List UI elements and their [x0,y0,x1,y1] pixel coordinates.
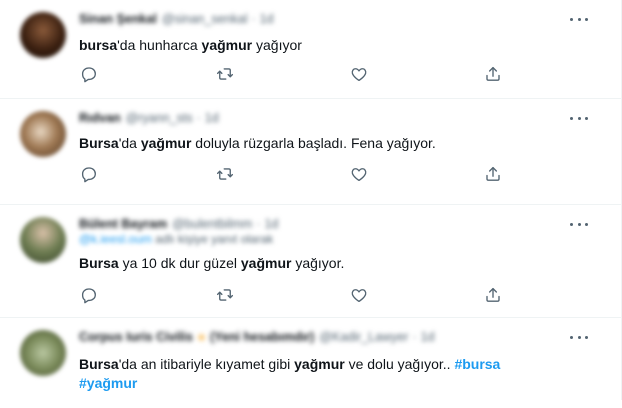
tweet-feed: Sinan Şenkal @sinan_senkal · 1d bursa'da… [0,0,622,400]
replying-handle[interactable]: @k.ieesl.oum [79,232,152,246]
tweet-actions [79,285,509,305]
avatar[interactable] [20,330,66,376]
author-handle[interactable]: @sinan_senkal [162,12,248,26]
text-part: Bursa [79,255,119,271]
author-name[interactable]: Corpus Iuris Civilis [79,330,193,344]
tweet-text: bursa'da hunharca yağmur yağıyor [79,36,599,55]
share-icon[interactable] [483,285,503,305]
author-name[interactable]: Rıdvan [79,111,121,125]
reply-icon[interactable] [79,285,99,305]
timestamp[interactable]: 1d [205,111,219,125]
retweet-icon[interactable] [215,164,235,184]
text-part: yağıyor [252,37,302,53]
author-name-suffix[interactable]: (Yeni hesabımdır) [210,330,314,344]
tweet-text: Bursa ya 10 dk dur güzel yağmur yağıyor. [79,254,599,273]
like-icon[interactable] [349,164,369,184]
tweet-header: Sinan Şenkal @sinan_senkal · 1d [79,11,274,27]
replying-label: adlı kişiye yanıt olarak [155,232,274,246]
tweet[interactable]: Corpus Iuris Civilis ☀ (Yeni hesabımdır)… [0,318,622,408]
separator-dot: · [251,12,256,26]
tweet-header: Rıdvan @ryann_sts · 1d [79,110,219,126]
text-part: ve dolu yağıyor.. [344,356,455,372]
text-part: Bursa [79,356,119,372]
text-part: Bursa [79,135,119,151]
text-part: yağmur [240,255,292,271]
author-handle[interactable]: @Kadir_Lawyer [319,330,408,344]
avatar[interactable] [20,12,66,58]
author-handle[interactable]: @ryann_sts [126,111,193,125]
timestamp[interactable]: 1d [421,330,435,344]
more-icon[interactable] [570,13,588,25]
reply-icon[interactable] [79,164,99,184]
author-name[interactable]: Sinan Şenkal [79,12,157,26]
text-part: 'da an itibariyle kıyamet gibi [118,356,295,372]
timestamp[interactable]: 1d [264,217,278,231]
tweet[interactable]: Rıdvan @ryann_sts · 1d Bursa'da yağmur d… [0,99,622,205]
hashtag-link[interactable]: #bursa [454,356,500,372]
reply-icon[interactable] [79,64,99,84]
text-part: 'da hunharca [117,37,202,53]
separator-dot: · [256,217,261,231]
text-part: yağmur [201,37,253,53]
avatar[interactable] [20,217,66,263]
tweet[interactable]: Sinan Şenkal @sinan_senkal · 1d bursa'da… [0,0,622,99]
more-icon[interactable] [570,112,588,124]
sun-emoji-icon: ☀ [195,330,208,345]
author-handle[interactable]: @bulentbilmm [172,217,252,231]
hashtag-link[interactable]: #yağmur [79,375,137,391]
tweet-text: Bursa'da an itibariyle kıyamet gibi yağm… [79,355,599,393]
text-part: yağmur [294,356,345,372]
text-part: 'da [118,135,141,151]
more-icon[interactable] [570,331,588,343]
avatar[interactable] [20,111,66,157]
replying-to: @k.ieesl.oum adlı kişiye yanıt olarak [79,230,599,249]
retweet-icon[interactable] [215,285,235,305]
timestamp[interactable]: 1d [260,12,274,26]
tweet-actions [79,64,509,84]
text-part: ya 10 dk dur güzel [118,255,241,271]
tweet-actions [79,164,509,184]
text-part: doluyla rüzgarla başladı. Fena yağıyor. [191,135,436,151]
retweet-icon[interactable] [215,64,235,84]
separator-dot: · [196,111,201,125]
like-icon[interactable] [349,285,369,305]
tweet-header: Corpus Iuris Civilis ☀ (Yeni hesabımdır)… [79,329,435,345]
share-icon[interactable] [483,64,503,84]
like-icon[interactable] [349,64,369,84]
author-name[interactable]: Bülent Bayram [79,217,167,231]
tweet-text: Bursa'da yağmur doluyla rüzgarla başladı… [79,134,599,153]
text-part: bursa [79,37,118,53]
more-icon[interactable] [570,218,588,230]
text-part: yağmur [140,135,192,151]
tweet[interactable]: Bülent Bayram @bulentbilmm · 1d @k.ieesl… [0,205,622,318]
share-icon[interactable] [483,164,503,184]
separator-dot: · [412,330,417,344]
text-part: yağıyor. [291,255,345,271]
